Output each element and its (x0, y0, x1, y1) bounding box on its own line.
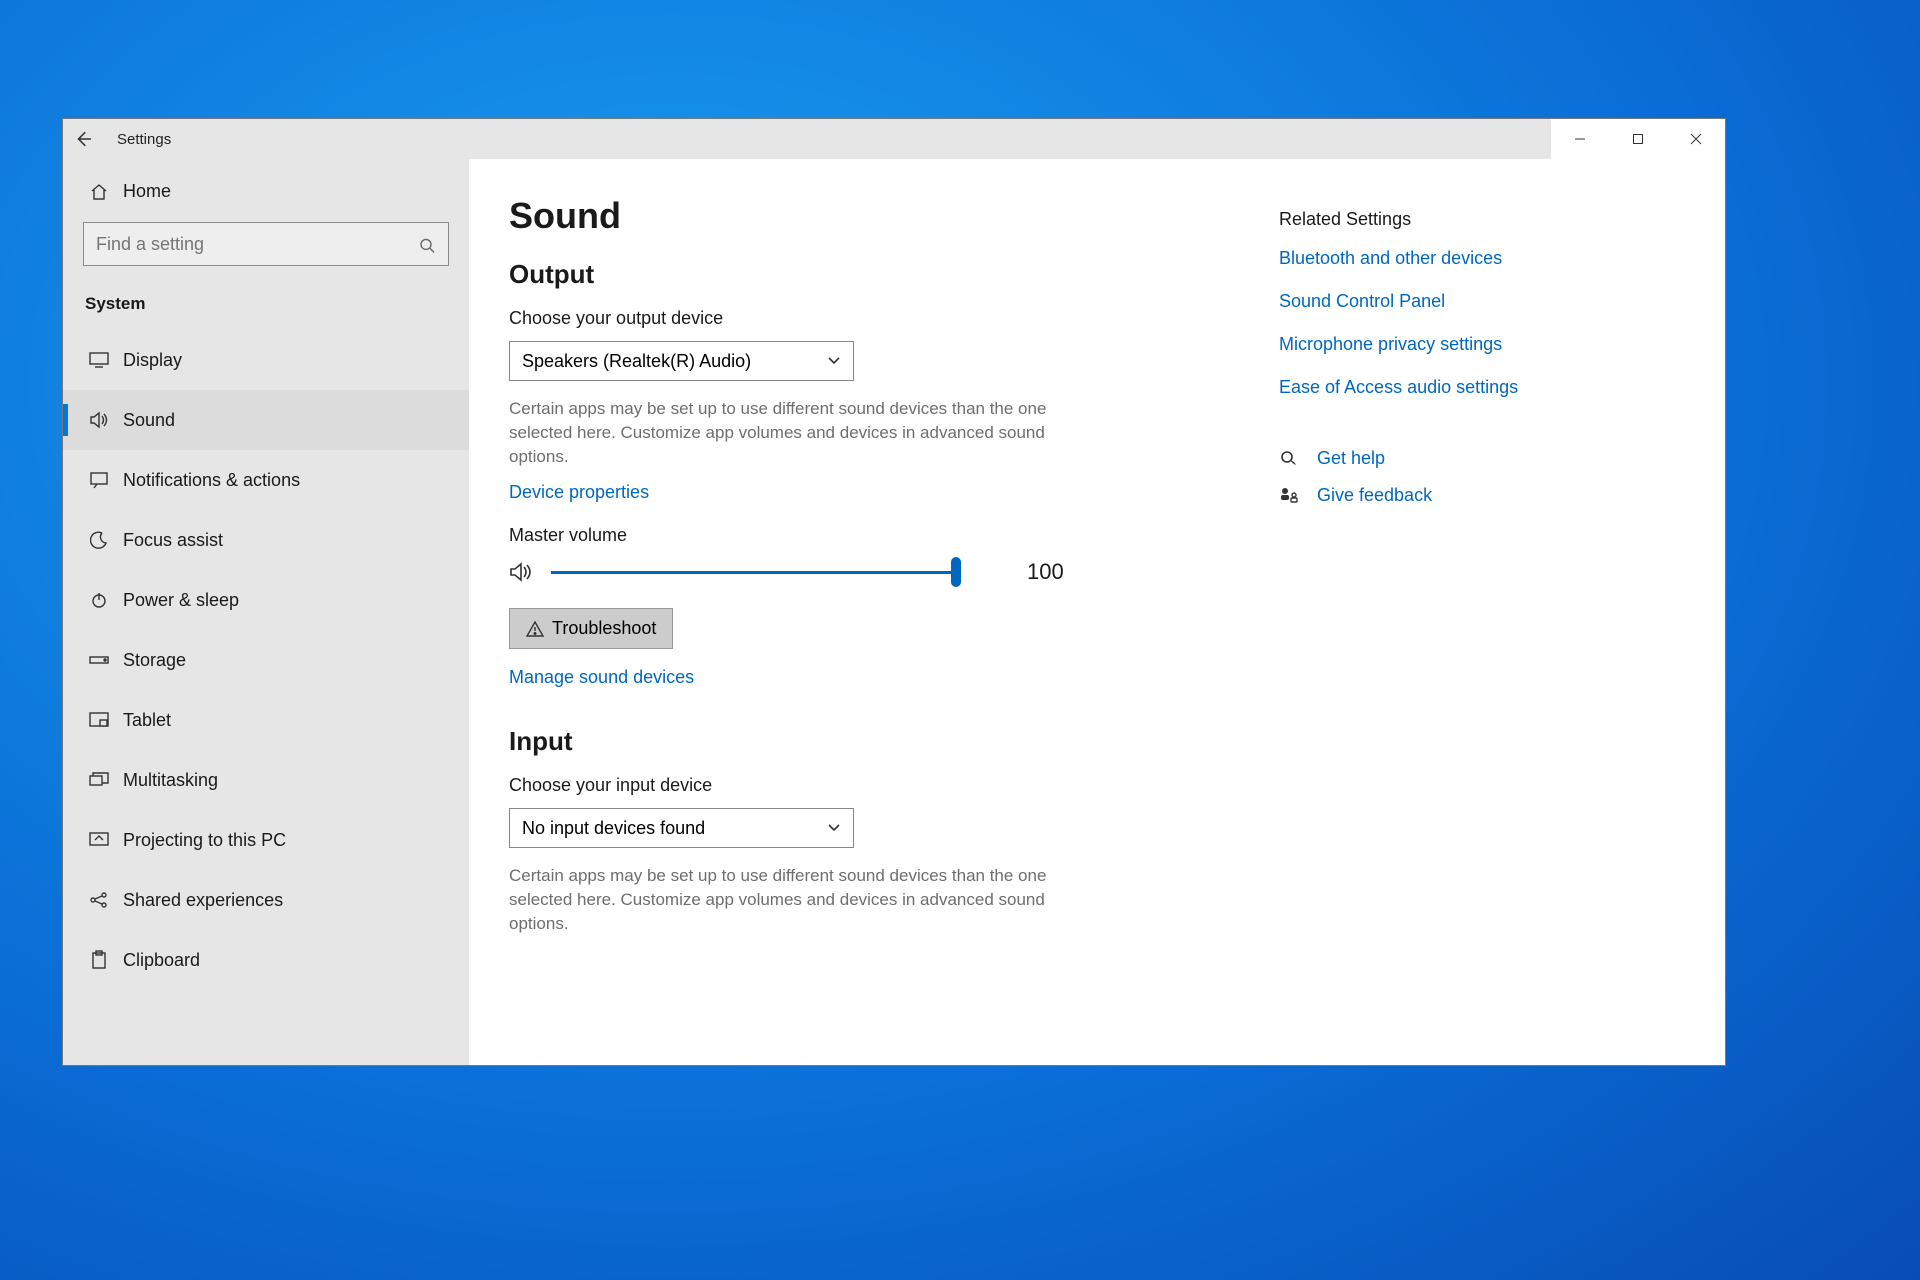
projecting-icon (85, 832, 113, 848)
nav-home-label: Home (123, 181, 171, 202)
nav-home[interactable]: Home (63, 169, 469, 214)
nav-label: Display (123, 350, 182, 371)
nav-sound[interactable]: Sound (63, 390, 469, 450)
input-device-value: No input devices found (522, 818, 705, 839)
sidebar-category: System (63, 280, 469, 330)
maximize-button[interactable] (1609, 119, 1667, 159)
minimize-icon (1574, 133, 1586, 145)
arrow-left-icon (74, 130, 92, 148)
nav-focus-assist[interactable]: Focus assist (63, 510, 469, 570)
output-heading: Output (509, 259, 1239, 290)
link-bluetooth[interactable]: Bluetooth and other devices (1279, 248, 1599, 269)
related-settings: Related Settings Bluetooth and other dev… (1279, 159, 1619, 1065)
search-wrap (63, 214, 469, 280)
output-device-value: Speakers (Realtek(R) Audio) (522, 351, 751, 372)
nav-label: Multitasking (123, 770, 218, 791)
nav-shared-experiences[interactable]: Shared experiences (63, 870, 469, 930)
clipboard-icon (85, 950, 113, 970)
slider-track (551, 571, 961, 574)
chevron-down-icon (827, 823, 841, 833)
sound-icon (85, 411, 113, 429)
feedback-icon (1279, 486, 1299, 506)
window-controls (1551, 119, 1725, 159)
titlebar: Settings (63, 119, 1725, 159)
back-button[interactable] (63, 119, 103, 159)
output-device-dropdown[interactable]: Speakers (Realtek(R) Audio) (509, 341, 854, 381)
main-area: Sound Output Choose your output device S… (469, 159, 1725, 1065)
get-help-link[interactable]: Get help (1317, 448, 1385, 469)
nav-label: Notifications & actions (123, 470, 300, 491)
output-choose-label: Choose your output device (509, 308, 1239, 329)
notifications-icon (85, 471, 113, 489)
nav-label: Tablet (123, 710, 171, 731)
input-heading: Input (509, 726, 1239, 757)
display-icon (85, 352, 113, 368)
speaker-icon (509, 561, 535, 583)
troubleshoot-label: Troubleshoot (552, 618, 656, 639)
nav-projecting[interactable]: Projecting to this PC (63, 810, 469, 870)
link-microphone-privacy[interactable]: Microphone privacy settings (1279, 334, 1599, 355)
power-icon (85, 591, 113, 609)
input-device-dropdown[interactable]: No input devices found (509, 808, 854, 848)
moon-icon (85, 531, 113, 549)
input-helper: Certain apps may be set up to use differ… (509, 864, 1079, 935)
search-input[interactable] (83, 222, 449, 266)
nav-label: Shared experiences (123, 890, 283, 911)
help-icon (1279, 449, 1299, 469)
nav-label: Focus assist (123, 530, 223, 551)
nav-label: Storage (123, 650, 186, 671)
nav-multitasking[interactable]: Multitasking (63, 750, 469, 810)
give-feedback-row: Give feedback (1279, 485, 1599, 506)
home-icon (85, 182, 113, 202)
nav-tablet[interactable]: Tablet (63, 690, 469, 750)
slider-thumb[interactable] (951, 557, 961, 587)
nav-label: Power & sleep (123, 590, 239, 611)
nav-notifications[interactable]: Notifications & actions (63, 450, 469, 510)
storage-icon (85, 654, 113, 666)
input-choose-label: Choose your input device (509, 775, 1239, 796)
tablet-icon (85, 712, 113, 728)
volume-value: 100 (1027, 559, 1064, 585)
related-heading: Related Settings (1279, 209, 1599, 230)
nav-power-sleep[interactable]: Power & sleep (63, 570, 469, 630)
link-ease-of-access-audio[interactable]: Ease of Access audio settings (1279, 377, 1599, 398)
nav-label: Projecting to this PC (123, 830, 286, 851)
shared-icon (85, 891, 113, 909)
close-icon (1690, 133, 1702, 145)
chevron-down-icon (827, 356, 841, 366)
sidebar: Home System Display Sound Notifications … (63, 159, 469, 1065)
settings-window: Settings Home (62, 118, 1726, 1066)
master-volume-label: Master volume (509, 525, 1239, 546)
nav-clipboard[interactable]: Clipboard (63, 930, 469, 990)
app-title: Settings (117, 131, 171, 148)
volume-row: 100 (509, 558, 1239, 586)
maximize-icon (1632, 133, 1644, 145)
manage-sound-devices-link[interactable]: Manage sound devices (509, 667, 694, 688)
link-sound-control-panel[interactable]: Sound Control Panel (1279, 291, 1599, 312)
volume-slider[interactable] (551, 558, 961, 586)
content: Sound Output Choose your output device S… (469, 159, 1279, 1065)
minimize-button[interactable] (1551, 119, 1609, 159)
output-helper: Certain apps may be set up to use differ… (509, 397, 1079, 468)
nav-storage[interactable]: Storage (63, 630, 469, 690)
device-properties-link[interactable]: Device properties (509, 482, 649, 503)
get-help-row: Get help (1279, 448, 1599, 469)
nav-label: Clipboard (123, 950, 200, 971)
close-button[interactable] (1667, 119, 1725, 159)
nav-display[interactable]: Display (63, 330, 469, 390)
give-feedback-link[interactable]: Give feedback (1317, 485, 1432, 506)
nav-label: Sound (123, 410, 175, 431)
page-title: Sound (509, 195, 1239, 237)
warning-icon (526, 620, 544, 638)
multitasking-icon (85, 772, 113, 788)
troubleshoot-button[interactable]: Troubleshoot (509, 608, 673, 649)
